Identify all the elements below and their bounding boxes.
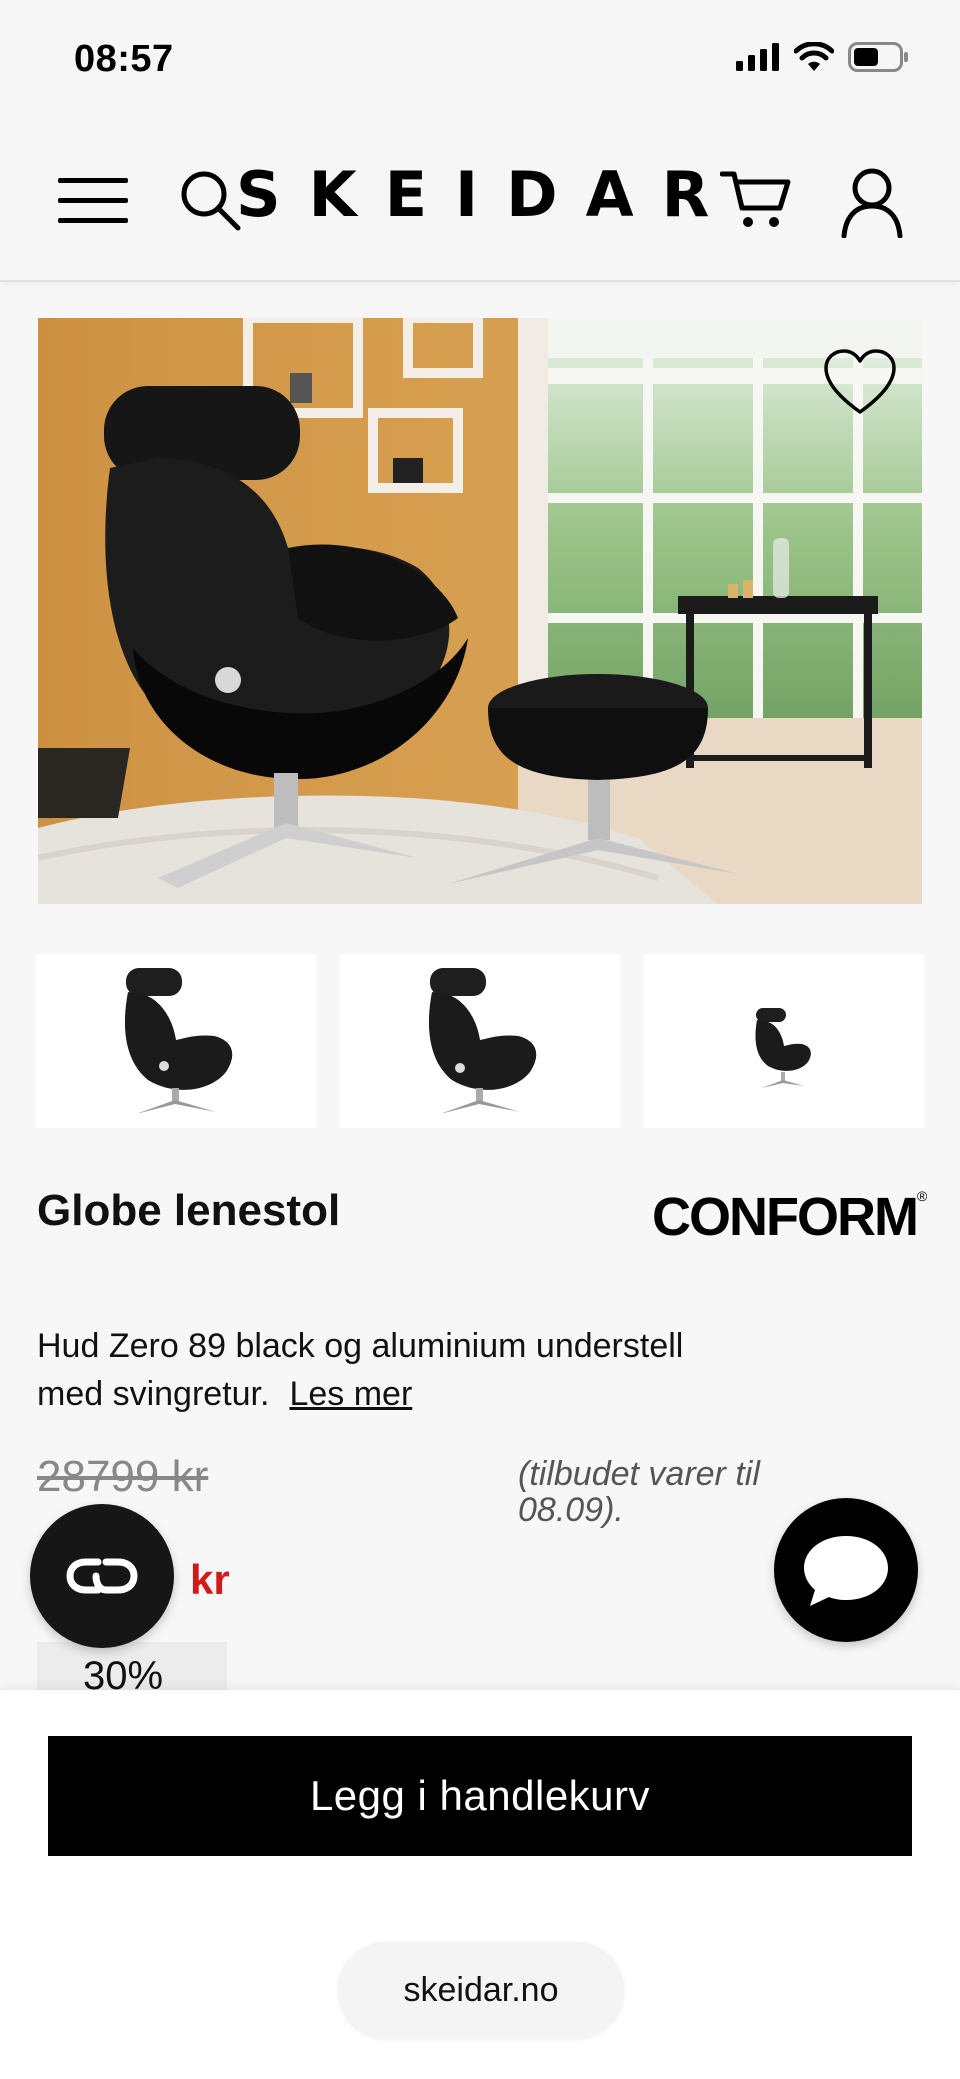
brand-registered-mark: ® <box>916 1188 927 1204</box>
product-main-image[interactable] <box>38 318 922 904</box>
status-bar: 08:57 <box>0 0 960 120</box>
chair-thumbnail-image <box>428 968 537 1114</box>
add-to-cart-button[interactable]: Legg i handlekurv <box>48 1736 912 1856</box>
cellular-signal-icon <box>736 43 779 71</box>
wifi-icon <box>794 42 834 71</box>
link-loop-icon <box>66 1558 138 1594</box>
sale-price: kr <box>190 1556 230 1603</box>
user-icon[interactable] <box>840 166 904 238</box>
read-more-link[interactable]: Les mer <box>289 1375 412 1413</box>
chat-button[interactable] <box>774 1498 918 1642</box>
brand-logo[interactable]: CONFORM® <box>652 1186 927 1248</box>
battery-icon <box>848 42 908 72</box>
product-title: Globe lenestol <box>37 1186 341 1235</box>
product-description: Hud Zero 89 black og aluminium understel… <box>37 1322 737 1418</box>
chair-thumbnail-image <box>755 1008 811 1088</box>
status-time: 08:57 <box>74 38 174 80</box>
site-logo[interactable]: SKEIDAR <box>236 158 737 231</box>
thumbnail-2[interactable] <box>340 954 620 1128</box>
link-loop-button[interactable] <box>30 1504 174 1648</box>
brand-name: CONFORM <box>652 1187 919 1247</box>
discount-badge: 30% <box>37 1642 227 1692</box>
search-icon[interactable] <box>178 168 242 232</box>
heart-outline-icon[interactable] <box>822 348 898 418</box>
bottom-action-bar: Legg i handlekurv skeidar.no <box>0 1690 960 2079</box>
product-photo <box>38 318 922 904</box>
thumbnail-3[interactable] <box>644 954 924 1128</box>
old-price: 28799 kr <box>37 1452 209 1501</box>
cart-icon[interactable] <box>720 168 792 232</box>
chat-bubble-icon <box>804 1536 888 1606</box>
chair-thumbnail-image <box>124 968 233 1114</box>
site-header: SKEIDAR <box>0 120 960 282</box>
browser-url-pill[interactable]: skeidar.no <box>338 1942 624 2038</box>
discount-value: 30% <box>83 1654 164 1692</box>
hamburger-menu-icon[interactable] <box>58 178 130 224</box>
thumbnail-1[interactable] <box>36 954 316 1128</box>
status-icons <box>736 42 910 72</box>
